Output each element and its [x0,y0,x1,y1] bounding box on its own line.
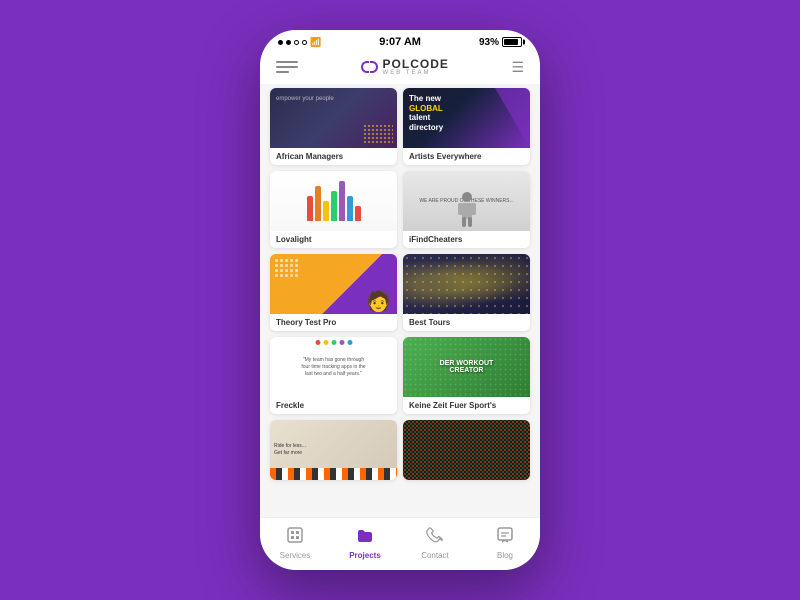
card-partial1[interactable]: Ride for less...Get far more [270,420,397,480]
card-label-best-tours: Best Tours [403,314,530,331]
services-label: Services [280,551,311,560]
card-artists-everywhere[interactable]: The newGLOBALtalentdirectory Artists Eve… [403,88,530,165]
status-bar: 📶 9:07 AM 93% [260,30,540,52]
contact-svg-icon [426,526,444,544]
dc-right [370,61,378,73]
theory-figure: 🧑 [366,289,391,314]
freckle-quote-text: "My team has gone throughfour time track… [301,357,365,378]
app-header: POLCODE WEB TEAM ☰ [260,52,540,84]
battery-fill [504,39,518,45]
card-label-ifindcheaters: iFindCheaters [403,231,530,248]
freckle-dots-top [315,340,352,345]
polcode-main: POLCODE [383,58,449,70]
card-image-best-tours [403,254,530,314]
card-image-ifindcheaters: WE ARE PROUD OF THESE WINNERS... [403,171,530,231]
theory-dots [274,258,299,278]
card-ifindcheaters[interactable]: WE ARE PROUD OF THESE WINNERS... iFindCh… [403,171,530,248]
artists-text: The newGLOBALtalentdirectory [409,94,443,132]
nav-services[interactable]: Services [270,526,320,560]
partial-stripe [270,468,397,480]
card-freckle[interactable]: "My team has gone throughfour time track… [270,337,397,414]
menu-bar3 [276,71,289,73]
signal-dot3 [294,40,299,45]
card-image-partial2 [403,420,530,480]
partial2-dots [403,420,530,480]
nav-projects[interactable]: Projects [340,526,390,560]
polcode-text: POLCODE WEB TEAM [383,58,449,76]
contact-icon [426,526,444,549]
projects-grid: African Managers The newGLOBALtalentdire… [270,88,530,480]
map-dots [403,254,530,314]
blog-icon [496,526,514,549]
services-svg-icon [286,526,304,544]
bottom-navigation: Services Projects Contact [260,517,540,570]
card-label-artists-everywhere: Artists Everywhere [403,148,530,165]
card-partial2[interactable] [403,420,530,480]
services-icon [286,526,304,549]
card-keine-zeit[interactable]: DER WORKOUTCREATOR Keine Zeit Fuer Sport… [403,337,530,414]
menu-button[interactable] [276,61,298,73]
battery-icon [502,37,522,47]
status-battery-container: 93% [479,37,522,48]
status-time: 9:07 AM [379,36,421,48]
card-label-lovalight: Lovalight [270,231,397,248]
polcode-sub: WEB TEAM [383,70,449,76]
contact-label: Contact [421,551,449,560]
signal-dot2 [286,40,291,45]
card-label-theory-test-pro: Theory Test Pro [270,314,397,331]
nav-contact[interactable]: Contact [410,526,460,560]
dc-left [361,61,369,73]
lovalight-bars [307,181,361,221]
blog-svg-icon [496,526,514,544]
signal-dot1 [278,40,283,45]
african-managers-dots [363,124,393,144]
card-best-tours[interactable]: Best Tours [403,254,530,331]
partial-text1: Ride for less...Get far more [274,443,306,457]
card-label-african-managers: African Managers [270,148,397,165]
card-image-keine-zeit: DER WORKOUTCREATOR [403,337,530,397]
card-image-lovalight [270,171,397,231]
projects-svg-icon [356,526,374,544]
card-lovalight[interactable]: Lovalight [270,171,397,248]
projects-label: Projects [349,551,381,560]
card-image-theory-test: 🧑 [270,254,397,314]
card-african-managers[interactable]: African Managers [270,88,397,165]
brand-logo: POLCODE WEB TEAM [361,58,449,76]
dc-logo-symbol [361,61,378,73]
menu-bar1 [276,61,298,63]
nav-blog[interactable]: Blog [480,526,530,560]
card-image-african-managers [270,88,397,148]
battery-percent: 93% [479,37,499,48]
blog-label: Blog [497,551,513,560]
card-image-freckle: "My team has gone throughfour time track… [270,337,397,397]
projects-icon [356,526,374,549]
card-image-artists-everywhere: The newGLOBALtalentdirectory [403,88,530,148]
wifi-icon: 📶 [310,37,321,48]
projects-grid-container[interactable]: African Managers The newGLOBALtalentdire… [260,84,540,517]
cheaters-figure-svg [452,189,482,229]
signal-dot4 [302,40,307,45]
card-image-partial1: Ride for less...Get far more [270,420,397,480]
phone-frame: 📶 9:07 AM 93% POLCODE WEB TEAM [260,30,540,570]
filter-button[interactable]: ☰ [511,59,524,76]
menu-bar2 [276,66,298,68]
card-label-keine-zeit: Keine Zeit Fuer Sport's [403,397,530,414]
keine-dots [403,337,530,397]
card-theory-test-pro[interactable]: 🧑 Theory Test Pro [270,254,397,331]
status-signal: 📶 [278,37,321,48]
card-label-freckle: Freckle [270,397,397,414]
artists-triangle [495,88,530,148]
